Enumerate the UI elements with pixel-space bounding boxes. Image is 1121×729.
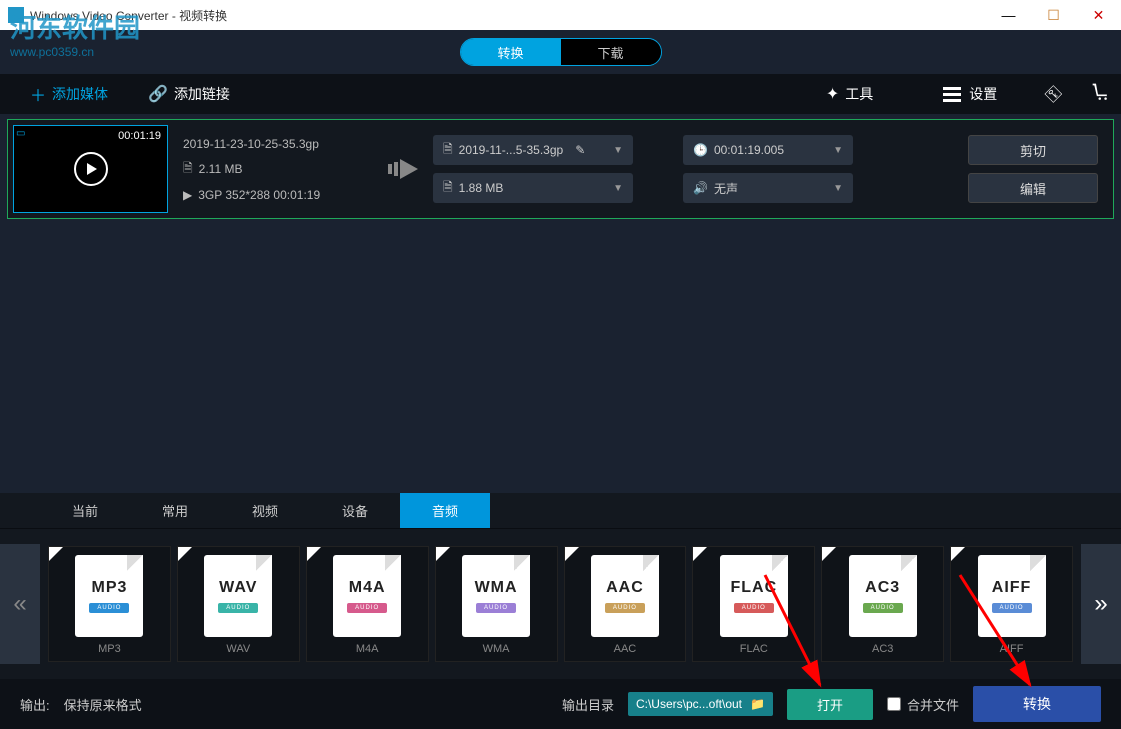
clock-icon: 🕒 — [693, 143, 708, 157]
format-card-aac[interactable]: AACAUDIOAAC — [564, 546, 687, 662]
format-card-flac[interactable]: FLACAUDIOFLAC — [692, 546, 815, 662]
maximize-button[interactable]: ☐ — [1031, 0, 1076, 30]
edit-button[interactable]: 编辑 — [968, 173, 1098, 203]
settings-button[interactable]: 设置 — [923, 84, 1017, 104]
format-card-ac3[interactable]: AC3AUDIOAC3 — [821, 546, 944, 662]
file-spec: 3GP 352*288 00:01:19 — [198, 188, 320, 202]
settings-label: 设置 — [969, 84, 997, 104]
file-name: 2019-11-23-10-25-35.3gp — [183, 137, 363, 151]
audio-text: 无声 — [714, 180, 738, 197]
audio-select[interactable]: 🔊 无声 ▼ — [683, 173, 853, 203]
add-link-label: 添加链接 — [174, 84, 230, 104]
output-size-select[interactable]: 🗎 1.88 MB ▼ — [433, 173, 633, 203]
output-path[interactable]: C:\Users\pc...oft\out 📁 — [628, 692, 773, 716]
output-dir-label: 输出目录 — [562, 695, 614, 714]
arrow-icon — [373, 154, 433, 184]
wand-icon: ✦ — [826, 84, 839, 104]
format-card-wma[interactable]: WMAAUDIOWMA — [435, 546, 558, 662]
format-card-m4a[interactable]: M4AAUDIOM4A — [306, 546, 429, 662]
output-size-text: 1.88 MB — [459, 181, 504, 195]
cut-button[interactable]: 剪切 — [968, 135, 1098, 165]
window-title: Windows Video Converter - 视频转换 — [30, 7, 227, 24]
tools-button[interactable]: ✦ 工具 — [806, 84, 893, 104]
tab-audio[interactable]: 音频 — [400, 493, 490, 528]
play-icon — [74, 152, 108, 186]
format-tabs: 当前 常用 视频 设备 音频 — [0, 493, 1121, 529]
titlebar: Windows Video Converter - 视频转换 — ☐ ✕ — [0, 0, 1121, 30]
tools-label: 工具 — [845, 84, 873, 104]
format-grid: MP3AUDIOMP3 WAVAUDIOWAV M4AAUDIOM4A WMAA… — [40, 540, 1081, 668]
window-controls: — ☐ ✕ — [986, 0, 1121, 30]
doc-icon: 🗎 — [443, 178, 453, 199]
footer: 输出: 保持原来格式 输出目录 C:\Users\pc...oft\out 📁 … — [0, 679, 1121, 729]
file-list-empty — [0, 224, 1121, 493]
minimize-button[interactable]: — — [986, 0, 1031, 30]
output-label: 输出: — [20, 695, 50, 714]
format-label: AIFF — [1000, 643, 1024, 655]
cart-icon[interactable] — [1091, 82, 1111, 107]
plus-icon: ＋ — [30, 82, 46, 106]
merge-checkbox-input[interactable] — [887, 697, 901, 711]
output-name-text: 2019-11-...5-35.3gp — [459, 143, 564, 157]
file-meta: 2019-11-23-10-25-35.3gp 🗎 2.11 MB ▶ 3GP 35… — [173, 131, 373, 208]
chevron-down-icon: ▼ — [833, 183, 843, 194]
add-media-label: 添加媒体 — [52, 84, 108, 104]
tab-current[interactable]: 当前 — [40, 493, 130, 528]
doc-icon: 🗎 — [443, 140, 453, 161]
tab-common[interactable]: 常用 — [130, 493, 220, 528]
topbar: 转换 下载 — [0, 30, 1121, 74]
tab-video[interactable]: 视频 — [220, 493, 310, 528]
video-icon: ▶ — [183, 188, 192, 202]
mode-toggle: 转换 下载 — [460, 38, 662, 66]
menubar: ＋ 添加媒体 🔗 添加链接 ✦ 工具 设置 ⚿ — [0, 74, 1121, 114]
hamburger-icon — [943, 87, 961, 102]
open-button[interactable]: 打开 — [787, 689, 873, 720]
chevron-down-icon: ▼ — [833, 145, 843, 156]
path-text: C:\Users\pc...oft\out — [636, 697, 742, 711]
format-card-mp3[interactable]: MP3AUDIOMP3 — [48, 546, 171, 662]
scroll-left-button[interactable]: « — [0, 544, 40, 664]
app-icon — [8, 7, 24, 23]
add-link-button[interactable]: 🔗 添加链接 — [128, 84, 250, 104]
add-media-button[interactable]: ＋ 添加媒体 — [10, 82, 128, 106]
merge-label: 合并文件 — [907, 695, 959, 714]
duration-select[interactable]: 🕒 00:01:19.005 ▼ — [683, 135, 853, 165]
format-label: AAC — [614, 643, 637, 655]
thumb-duration: 00:01:19 — [118, 130, 161, 142]
format-label: MP3 — [98, 643, 121, 655]
format-label: M4A — [356, 643, 379, 655]
duration-text: 00:01:19.005 — [714, 143, 784, 157]
file-size: 2.11 MB — [199, 162, 243, 176]
chevron-down-icon: ▼ — [613, 183, 623, 194]
merge-checkbox[interactable]: 合并文件 — [887, 695, 959, 714]
format-label: WMA — [483, 643, 510, 655]
format-label: FLAC — [740, 643, 768, 655]
output-name-select[interactable]: 🗎 2019-11-...5-35.3gp ✎ ▼ — [433, 135, 633, 165]
thumbnail[interactable]: ▭ 00:01:19 — [13, 125, 168, 213]
format-label: AC3 — [872, 643, 893, 655]
speaker-icon: 🔊 — [693, 181, 708, 195]
tab-download[interactable]: 下载 — [561, 39, 661, 65]
folder-icon: 📁 — [750, 697, 765, 711]
format-card-aiff[interactable]: AIFFAUDIOAIFF — [950, 546, 1073, 662]
convert-button[interactable]: 转换 — [973, 686, 1101, 722]
format-label: WAV — [226, 643, 250, 655]
pencil-icon: ✎ — [575, 143, 585, 157]
keep-format-text: 保持原来格式 — [64, 695, 142, 714]
tab-device[interactable]: 设备 — [310, 493, 400, 528]
format-card-wav[interactable]: WAVAUDIOWAV — [177, 546, 300, 662]
close-button[interactable]: ✕ — [1076, 0, 1121, 30]
film-icon: ▭ — [16, 128, 25, 139]
scroll-right-button[interactable]: » — [1081, 544, 1121, 664]
file-icon: 🗎 — [183, 159, 193, 180]
key-icon[interactable]: ⚿ — [1042, 82, 1067, 107]
file-row[interactable]: ▭ 00:01:19 2019-11-23-10-25-35.3gp 🗎 2.11… — [7, 119, 1114, 219]
chevron-down-icon: ▼ — [613, 145, 623, 156]
link-icon: 🔗 — [148, 84, 168, 104]
tab-convert[interactable]: 转换 — [461, 39, 561, 65]
